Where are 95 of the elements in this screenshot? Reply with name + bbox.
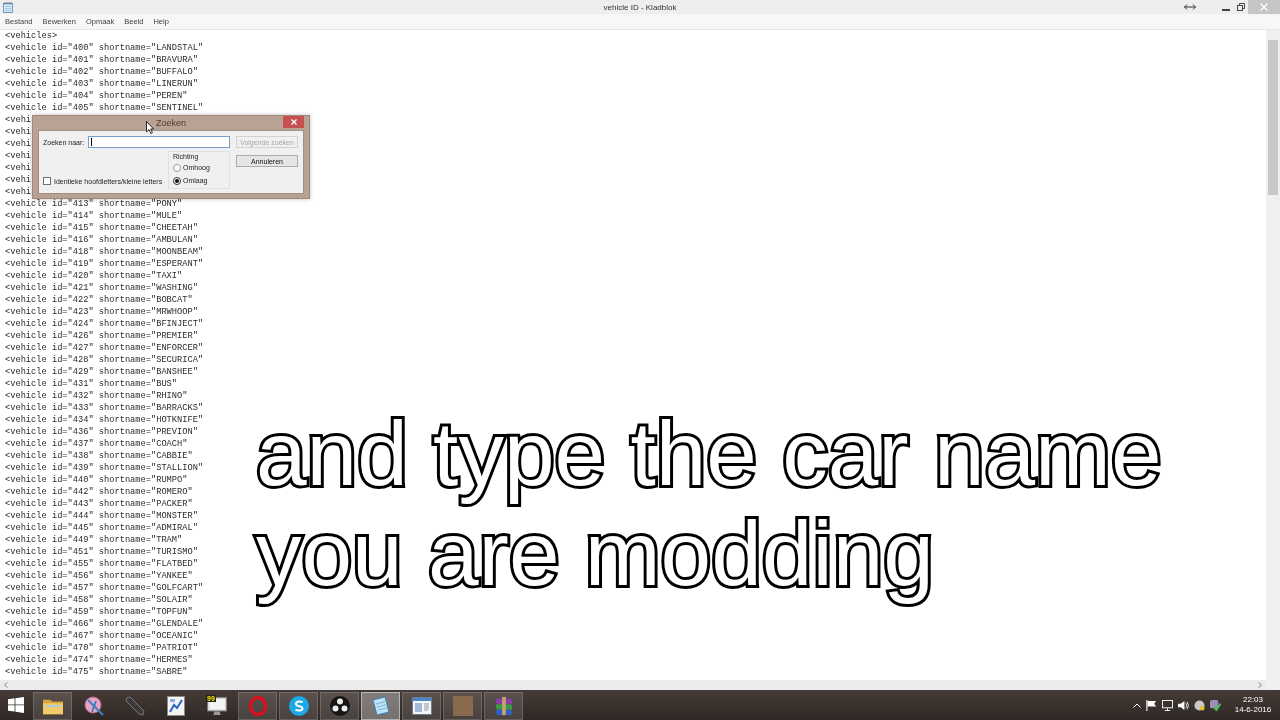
taskbar-button[interactable]	[402, 692, 441, 720]
code-line: <vehicle id="432" shortname="RHINO"	[5, 390, 188, 402]
search-field[interactable]	[88, 136, 230, 148]
code-line: <vehicle id="423" shortname="MRWHOOP"	[5, 306, 198, 318]
code-line: <vehicle id="456" shortname="YANKEE"	[5, 570, 193, 582]
code-line: <vehicle id="405" shortname="SENTINEL"	[5, 102, 204, 114]
code-line: <vehicle id="437" shortname="COACH"	[5, 438, 188, 450]
code-line: <vehicle id="424" shortname="BFINJECT"	[5, 318, 204, 330]
code-line: <vehicle id="413" shortname="PONY"	[5, 198, 183, 210]
code-line: <vehi	[5, 186, 32, 198]
window-icon	[411, 696, 432, 716]
chevron-up-icon[interactable]	[1133, 702, 1141, 708]
code-line: <vehicle id="434" shortname="HOTKNIFE"	[5, 414, 204, 426]
code-line: <vehicle id="414" shortname="MULE"	[5, 210, 183, 222]
code-line: <vehi	[5, 150, 32, 162]
restore-icon	[1236, 3, 1245, 11]
code-line: <vehicle id="438" shortname="CABBIE"	[5, 450, 193, 462]
clock-time: 22:03	[1243, 695, 1263, 705]
code-line: <vehicle id="416" shortname="AMBULAN"	[5, 234, 198, 246]
code-line: <vehicle id="458" shortname="SOLAIR"	[5, 594, 193, 606]
code-line: <vehicle id="474" shortname="HERMES"	[5, 654, 193, 666]
code-line: <vehicle id="451" shortname="TURISMO"	[5, 546, 198, 558]
code-line: <vehicle id="466" shortname="GLENDALE"	[5, 618, 204, 630]
code-line: <vehicle id="449" shortname="TRAM"	[5, 534, 183, 546]
volume-icon[interactable]	[1178, 699, 1189, 711]
code-line: <vehicle id="467" shortname="OCEANIC"	[5, 630, 198, 642]
code-line: <vehicle id="422" shortname="BOBCAT"	[5, 294, 193, 306]
code-line: <vehi	[5, 174, 32, 186]
double-arrow-icon	[1184, 4, 1196, 10]
code-line: <vehicle id="403" shortname="LINERUN"	[5, 78, 198, 90]
code-line: <vehicle id="428" shortname="SECURICA"	[5, 354, 204, 366]
monitor-icon	[206, 696, 227, 716]
close-icon	[290, 119, 297, 125]
notepad-icon	[370, 696, 391, 716]
disc-icon	[83, 696, 104, 716]
picture-icon	[452, 696, 473, 716]
code-line: <vehicle id="401" shortname="BRAVURA"	[5, 54, 198, 66]
code-line: <vehicle id="421" shortname="WASHING"	[5, 282, 198, 294]
taskbar-button[interactable]	[33, 692, 72, 720]
code-line: <vehicle id="459" shortname="TOPFUN"	[5, 606, 193, 618]
clock-date: 14-6-2016	[1234, 705, 1272, 715]
code-line: <vehicle id="443" shortname="PACKER"	[5, 498, 193, 510]
swirl-icon	[288, 696, 309, 716]
code-line: <vehi	[5, 126, 32, 138]
taskbar-button[interactable]	[279, 692, 318, 720]
code-line: <vehicle id="445" shortname="ADMIRAL"	[5, 522, 198, 534]
ring-icon	[247, 696, 268, 716]
disc-icon[interactable]	[1194, 699, 1205, 711]
code-line: <vehicle id="431" shortname="BUS"	[5, 378, 178, 390]
vertical-scrollbar[interactable]	[1266, 30, 1280, 690]
code-line: <vehicle id="455" shortname="FLATBED"	[5, 558, 198, 570]
code-line: <vehicle id="433" shortname="BARRACKS"	[5, 402, 204, 414]
code-line: <vehicle id="470" shortname="PATRIOT"	[5, 642, 198, 654]
code-line: <vehicle id="419" shortname="ESPERANT"	[5, 258, 204, 270]
code-line: <vehicle id="444" shortname="MONSTER"	[5, 510, 198, 522]
code-line: <vehicle id="457" shortname="GOLFCART"	[5, 582, 204, 594]
code-line: <vehicle id="442" shortname="ROMERO"	[5, 486, 193, 498]
mouse-pointer-icon	[146, 121, 154, 134]
code-line: <vehicle id="400" shortname="LANDSTAL"	[5, 42, 204, 54]
code-line: <vehi	[5, 138, 32, 150]
code-line: <vehicle id="436" shortname="PREVION"	[5, 426, 198, 438]
code-line: <vehicle id="475" shortname="SABRE"	[5, 666, 188, 678]
checkbox-icon[interactable]	[43, 177, 51, 185]
window-panes-icon	[8, 697, 24, 713]
check-badge-icon[interactable]	[1210, 699, 1221, 711]
code-line: <vehicle id="427" shortname="ENFORCER"	[5, 342, 204, 354]
code-line: <vehicle id="429" shortname="BANSHEE"	[5, 366, 198, 378]
window-title: vehicle ID - Kladblok	[603, 2, 677, 12]
code-line: <vehicle id="420" shortname="TAXI"	[5, 270, 183, 282]
code-line: <vehicle id="426" shortname="PREMIER"	[5, 330, 198, 342]
taskbar-button[interactable]	[320, 692, 359, 720]
dialog-title: Zoeken	[156, 117, 186, 129]
code-line: <vehicle id="439" shortname="STALLION"	[5, 462, 204, 474]
code-line: <vehicles>	[5, 30, 58, 42]
radio-icon[interactable]	[173, 176, 181, 185]
code-line: <vehicle id="404" shortname="PEREN"	[5, 90, 188, 102]
three-dot-circle-icon	[329, 696, 350, 716]
pen-icon	[124, 696, 145, 716]
code-line: <vehicle id="418" shortname="MOONBEAM"	[5, 246, 204, 258]
minimize-icon	[1221, 9, 1230, 11]
code-line: <vehi	[5, 162, 32, 174]
network-icon[interactable]	[1162, 699, 1173, 711]
document-chart-icon	[165, 696, 186, 716]
books-icon	[493, 696, 514, 716]
notepad-icon	[3, 1, 13, 13]
flag-icon[interactable]	[1146, 699, 1157, 711]
code-line: <vehicle id="440" shortname="RUMPO"	[5, 474, 188, 486]
close-button[interactable]	[283, 116, 304, 128]
code-line: <vehicle id="402" shortname="BUFFALO"	[5, 66, 198, 78]
code-line: <vehi	[5, 114, 32, 126]
text-cursor-icon	[91, 138, 93, 146]
radio-icon[interactable]	[173, 163, 181, 172]
close-icon	[1260, 3, 1268, 11]
scrollbar-thumb[interactable]	[1268, 40, 1278, 195]
code-line: <vehicle id="415" shortname="CHEETAH"	[5, 222, 198, 234]
